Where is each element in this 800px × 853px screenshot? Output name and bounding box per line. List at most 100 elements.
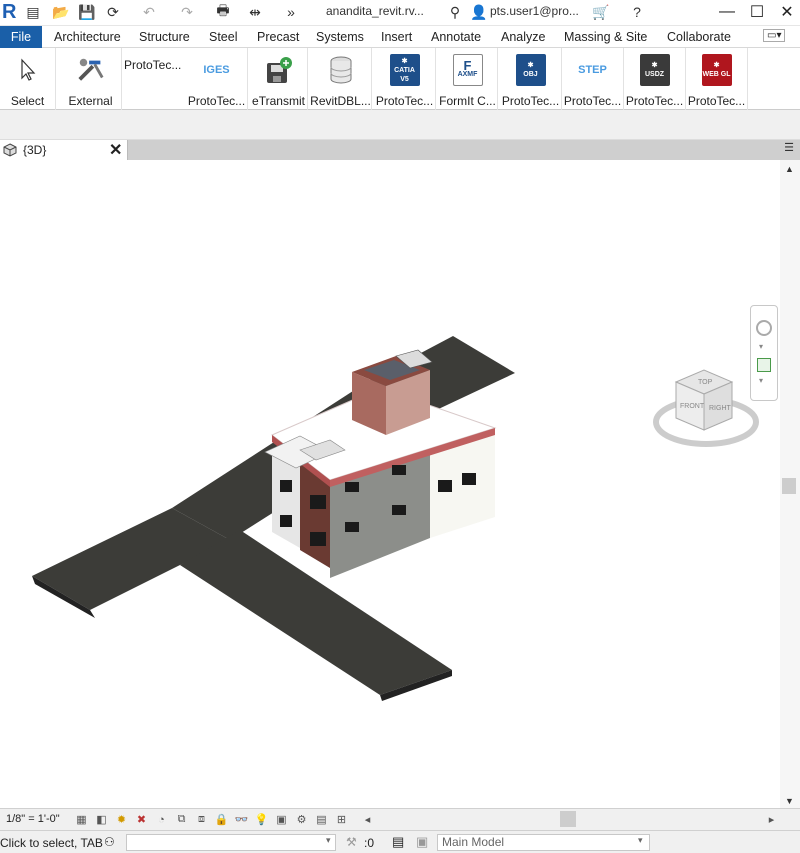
undo-icon[interactable]: ↶ [140,3,158,21]
prototec-step-label: ProtoTec... [563,94,622,108]
file-tab[interactable]: File [0,26,42,48]
usdz-icon: ✱ USDZ [639,54,670,86]
tab-insert[interactable]: Insert [381,30,412,44]
zoom-region-icon[interactable] [757,358,771,372]
prototec-obj-button[interactable]: ✱ OBJ ProtoTec... [500,48,562,110]
home-icon[interactable]: ▤ [24,3,42,21]
tab-precast[interactable]: Precast [257,30,299,44]
worksets-icon[interactable]: ⚇ [104,835,115,849]
prototec-button-1[interactable]: ProtoTec... [122,48,184,110]
prototec-iges-label: ProtoTec... [187,94,246,108]
tab-analyze[interactable]: Analyze [501,30,545,44]
minimize-icon[interactable]: — [712,0,742,24]
scroll-thumb[interactable] [782,478,796,494]
viewcube-front: FRONT [680,403,705,410]
ribbon-tabs: File Architecture Structure Steel Precas… [0,26,800,48]
render-icon[interactable]: ◔ [154,812,169,827]
zoom-dropdown-icon[interactable]: ▾ [759,376,763,385]
revitdbl-button[interactable]: RevitDBL... [310,48,372,110]
wheel-dropdown-icon[interactable]: ▾ [759,342,763,351]
workset-field[interactable] [126,834,336,851]
ribbon-options-icon[interactable]: ▭▾ [763,29,786,42]
user-name[interactable]: pts.user1@pro... [490,4,579,18]
tab-structure[interactable]: Structure [139,30,190,44]
webgl-icon: ✱ WEB GL [701,54,732,86]
prototec-step-button[interactable]: STEP ProtoTec... [562,48,624,110]
open-icon[interactable]: 📂 [52,3,70,21]
redo-icon[interactable]: ↷ [178,3,196,21]
save-icon[interactable]: 💾 [78,3,96,21]
detail-level-icon[interactable]: ▦ [74,812,89,827]
sync-icon[interactable]: ⟳ [104,3,122,21]
tab-annotate[interactable]: Annotate [431,30,481,44]
prototec-label-1: ProtoTec... [124,58,182,72]
worksharing-icon[interactable]: ⚙ [294,812,309,827]
more-icon[interactable]: » [282,3,300,21]
formit-label: FormIt C... [439,94,496,108]
tab-steel[interactable]: Steel [209,30,238,44]
vertical-scrollbar[interactable]: ▲ ▼ [780,160,800,808]
temp-view-props-icon[interactable]: ▣ [274,812,289,827]
scroll-left-icon[interactable]: ◂ [360,812,375,827]
select-button[interactable]: Select [0,48,56,110]
prototec-iges-button[interactable]: IGES ProtoTec... [186,48,248,110]
3d-viewport[interactable]: TOP FRONT RIGHT ▾ ▾ [0,160,780,808]
design-option-select[interactable]: Main Model [437,834,650,851]
sun-path-icon[interactable]: ✹ [114,812,129,827]
close-icon[interactable]: ✕ [772,0,800,24]
temp-hide-icon[interactable]: 👓 [234,812,249,827]
editable-only-icon[interactable]: ⚒ [346,835,357,849]
visual-style-icon[interactable]: ◧ [94,812,109,827]
tab-collaborate[interactable]: Collaborate [667,30,731,44]
revit-logo[interactable]: R [2,1,16,24]
scroll-down-icon[interactable]: ▼ [785,796,794,806]
analytical-model-icon[interactable]: ▤ [314,812,329,827]
design-options-icon[interactable]: ▤ [392,834,404,850]
navigation-bar[interactable]: ▾ ▾ [750,305,778,401]
reveal-hidden-icon[interactable]: 💡 [254,812,269,827]
steering-wheel-icon[interactable] [756,320,772,336]
tab-systems[interactable]: Systems [316,30,364,44]
tab-massing-site[interactable]: Massing & Site [564,30,647,44]
revitdbl-label: RevitDBL... [310,94,371,108]
tab-dropdown-icon[interactable]: ☰ [784,141,794,154]
measure-icon[interactable]: ⇹ [246,3,264,21]
model-dropdown-icon[interactable]: ▾ [638,835,643,846]
etransmit-button[interactable]: eTransmit [250,48,308,110]
status-text: Click to select, TAB [0,836,103,850]
workset-dropdown-icon[interactable]: ▾ [326,835,331,846]
viewcube[interactable]: TOP FRONT RIGHT [648,364,760,454]
scroll-right-icon[interactable]: ▸ [764,812,779,827]
tab-architecture[interactable]: Architecture [54,30,121,44]
prototec-usdz-button[interactable]: ✱ USDZ ProtoTec... [624,48,686,110]
print-icon[interactable]: 🖶 [214,2,232,21]
3d-view-icon [3,143,17,157]
close-view-icon[interactable]: ✕ [109,140,122,160]
horizontal-scroll-thumb[interactable] [560,811,576,827]
exclude-options-icon[interactable]: ▣ [416,834,428,850]
view-tab-title: {3D} [23,143,47,157]
step-icon: STEP [578,64,607,76]
lock-view-icon[interactable]: 🔒 [214,812,229,827]
help-icon[interactable]: ? [628,3,646,21]
formit-icon: F AXMF [452,54,483,86]
binoculars-icon[interactable]: ⚲ [446,3,464,21]
cart-icon[interactable]: 🛒 [592,3,610,21]
view-tab-bar: {3D} ✕ ☰ [0,140,800,160]
formit-button[interactable]: F AXMF FormIt C... [438,48,498,110]
view-scale[interactable]: 1/8" = 1'-0" [6,813,60,825]
external-tools-button[interactable]: External [60,48,122,110]
user-icon[interactable]: 👤 [470,3,488,21]
prototec-catia-button[interactable]: ✱ CATIA V5 ProtoTec... [374,48,436,110]
maximize-icon[interactable]: ☐ [742,0,772,24]
scroll-up-icon[interactable]: ▲ [785,164,794,174]
show-crop-icon[interactable]: ⧈ [194,812,209,827]
constraints-icon[interactable]: ⊞ [334,812,349,827]
shadows-icon[interactable]: ✖ [134,812,149,827]
crop-view-icon[interactable]: ⧉ [174,812,189,827]
building-model [32,336,515,701]
ribbon-panel: Select External ProtoTec... IGES ProtoTe… [0,48,800,110]
prototec-catia-label: ProtoTec... [375,94,434,108]
tab-3d-view[interactable]: {3D} ✕ [0,140,128,160]
prototec-webgl-button[interactable]: ✱ WEB GL ProtoTec... [686,48,748,110]
